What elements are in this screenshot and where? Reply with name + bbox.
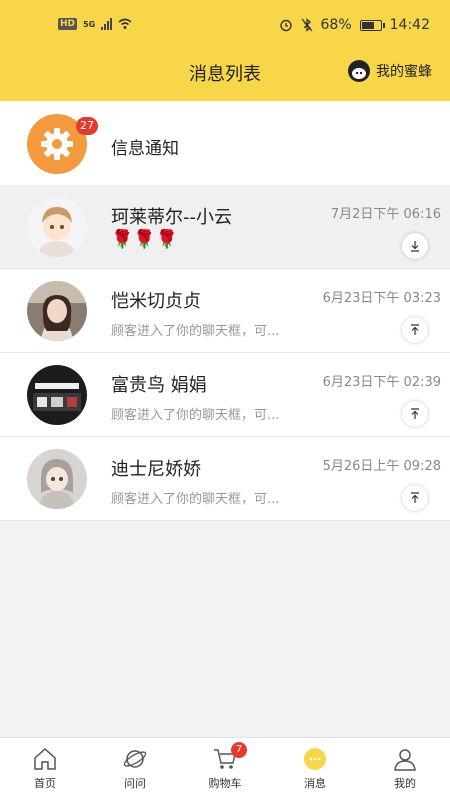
tab-label: 首页 — [34, 777, 56, 790]
status-bar: HD 5G 68% 14:42 — [0, 0, 450, 54]
message-preview: 顾客进入了你的聊天框，可... — [111, 324, 280, 339]
contact-name: 珂莱蒂尔--小云 — [111, 207, 232, 228]
pin-top-button[interactable] — [402, 317, 428, 343]
contact-name: 恺米切贞贞 — [111, 291, 201, 312]
bee-avatar-icon — [348, 60, 370, 82]
conversation-item[interactable]: 富贵鸟 娟娟 6月23日下午 02:39 顾客进入了你的聊天框，可... — [0, 353, 450, 437]
alarm-icon — [279, 19, 292, 32]
network-type: 5G — [83, 19, 96, 29]
tab-profile[interactable]: 我的 — [360, 738, 450, 800]
battery-icon — [359, 19, 385, 31]
message-time: 5月26日上午 09:28 — [322, 459, 441, 474]
avatar — [27, 197, 87, 257]
conversation-item[interactable]: 迪士尼娇娇 5月26日上午 09:28 顾客进入了你的聊天框，可... — [0, 437, 450, 521]
download-icon — [411, 241, 419, 252]
chat-bubble-icon — [304, 748, 326, 770]
tab-messages[interactable]: 消息 — [270, 738, 360, 800]
download-button[interactable] — [402, 233, 428, 259]
pin-top-icon — [411, 324, 419, 335]
message-time: 7月2日下午 06:16 — [330, 207, 441, 222]
tab-cart[interactable]: 7 购物车 — [180, 738, 270, 800]
signal-icon — [101, 18, 113, 30]
conversation-item[interactable]: 恺米切贞贞 6月23日下午 03:23 顾客进入了你的聊天框，可... — [0, 269, 450, 353]
message-preview: 🌹🌹🌹 — [111, 229, 179, 250]
tab-label: 我的 — [394, 777, 416, 790]
pin-top-button[interactable] — [402, 485, 428, 511]
notification-row[interactable]: 27 信息通知 — [0, 101, 450, 185]
bottom-tab-bar: 首页 问问 7 购物车 消息 我的 — [0, 737, 450, 800]
my-bee-label: 我的蜜蜂 — [376, 64, 432, 80]
pin-top-icon — [411, 492, 419, 503]
contact-name: 迪士尼娇娇 — [111, 459, 201, 480]
user-icon — [394, 749, 416, 771]
avatar — [27, 449, 87, 509]
battery-percent: 68% — [320, 17, 352, 33]
planet-icon — [123, 750, 147, 768]
message-time: 6月23日下午 03:23 — [322, 291, 441, 306]
pin-top-icon — [411, 408, 419, 419]
conversation-item[interactable]: 珂莱蒂尔--小云 7月2日下午 06:16 🌹🌹🌹 — [0, 185, 450, 269]
tab-home[interactable]: 首页 — [0, 738, 90, 800]
top-bar: HD 5G 68% 14:42 消息列表 我的蜜蜂 — [0, 0, 450, 101]
wifi-icon — [118, 18, 132, 29]
home-icon — [34, 747, 56, 770]
avatar — [27, 365, 87, 425]
conversation-list: 珂莱蒂尔--小云 7月2日下午 06:16 🌹🌹🌹 恺米切贞贞 6月23日下午 … — [0, 185, 450, 521]
my-bee-button[interactable]: 我的蜜蜂 — [348, 60, 432, 82]
notification-count-badge: 27 — [76, 117, 98, 135]
tab-label: 问问 — [124, 777, 146, 790]
tab-label: 消息 — [304, 777, 326, 790]
bluetooth-off-icon — [301, 18, 312, 32]
contact-name: 富贵鸟 娟娟 — [111, 375, 207, 396]
cart-count-badge: 7 — [231, 742, 247, 758]
message-time: 6月23日下午 02:39 — [322, 375, 441, 390]
notification-title: 信息通知 — [111, 139, 179, 159]
tab-label: 购物车 — [208, 777, 242, 790]
tab-ask[interactable]: 问问 — [90, 738, 180, 800]
pin-top-button[interactable] — [402, 401, 428, 427]
message-preview: 顾客进入了你的聊天框，可... — [111, 408, 280, 423]
hd-icon: HD — [58, 18, 78, 30]
message-preview: 顾客进入了你的聊天框，可... — [111, 492, 280, 507]
clock: 14:42 — [389, 17, 430, 33]
avatar — [27, 281, 87, 341]
